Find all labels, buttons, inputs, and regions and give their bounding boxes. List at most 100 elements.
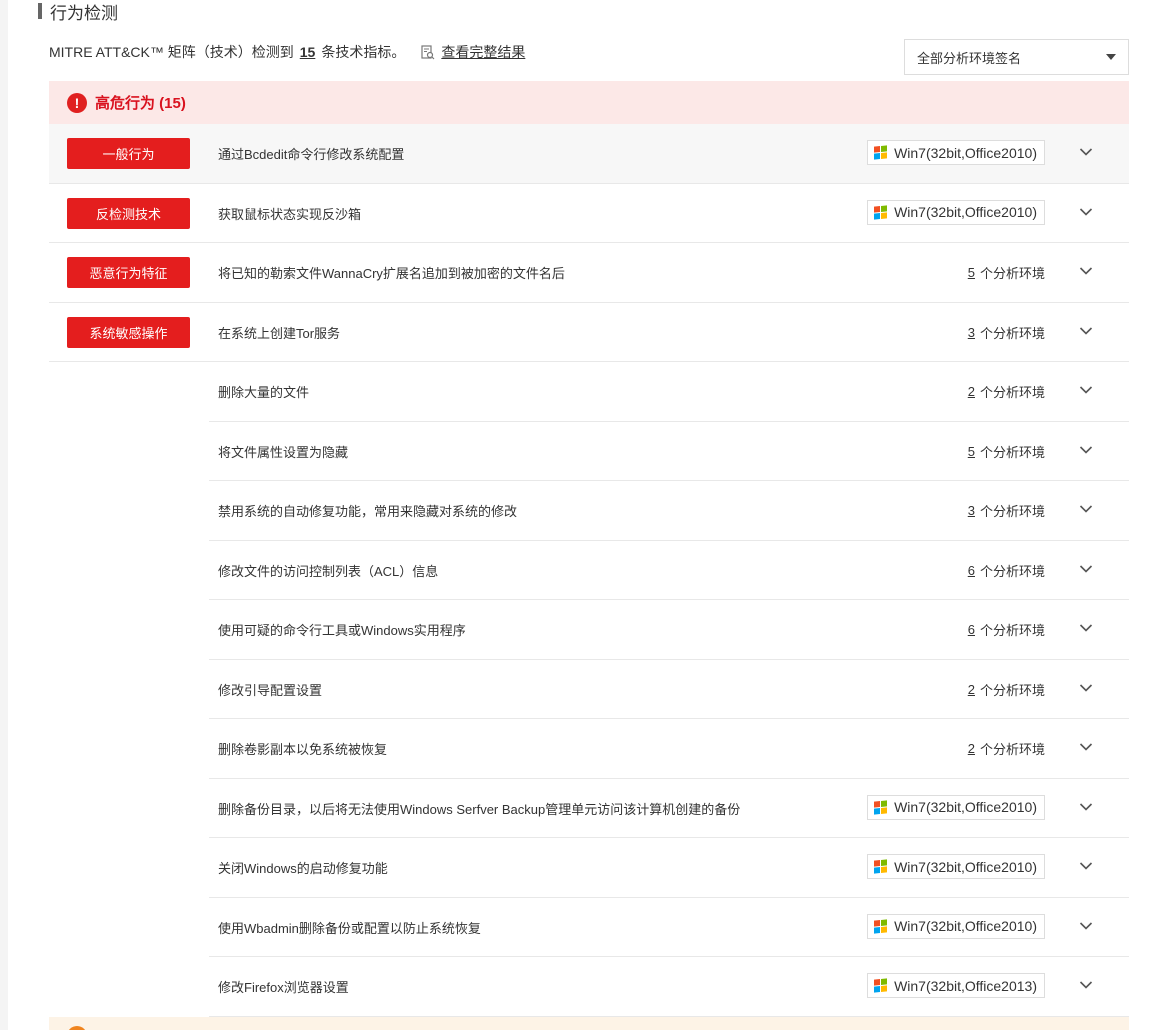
windows-logo-icon — [874, 799, 888, 815]
environment-count-suffix: 个分析环境 — [979, 504, 1045, 520]
behavior-row[interactable]: 将文件属性设置为隐藏 5 个分析环境 — [49, 422, 1129, 482]
group-title: 高危行为 (15) — [95, 95, 186, 112]
environment-badge[interactable]: Win7(32bit,Office2010) — [867, 854, 1045, 879]
environment-name: Win7(32bit,Office2010) — [894, 858, 1037, 875]
environment-badge[interactable]: Win7(32bit,Office2010) — [867, 199, 1045, 225]
chevron-down-icon[interactable] — [1079, 802, 1093, 812]
behavior-label: 获取鼠标状态实现反沙箱 — [218, 206, 362, 222]
chevron-down-icon[interactable] — [1079, 861, 1093, 871]
environment-count-suffix: 个分析环境 — [979, 385, 1045, 401]
environment-count: 5 个分析环境 — [968, 243, 1045, 303]
environment-count: 2 个分析环境 — [968, 719, 1045, 779]
detection-summary: MITRE ATT&CK™ 矩阵（技术）检测到 15 条技术指标。 查看完整结果 — [49, 42, 525, 62]
environment-count-suffix: 个分析环境 — [979, 682, 1045, 698]
chevron-down-icon[interactable] — [1079, 147, 1093, 157]
behavior-label: 关闭Windows的启动修复功能 — [218, 861, 388, 877]
behavior-row[interactable]: 恶意行为特征 将已知的勒索文件WannaCry扩展名追加到被加密的文件名后 5 个分析… — [49, 243, 1129, 303]
view-full-results-link[interactable]: 查看完整结果 — [441, 42, 525, 62]
technique-count[interactable]: 15 — [300, 44, 316, 60]
environment-count-number[interactable]: 5 — [968, 444, 975, 459]
environment-name: Win7(32bit,Office2010) — [894, 144, 1037, 161]
environment-name: Win7(32bit,Office2010) — [894, 204, 1037, 220]
chevron-down-icon[interactable] — [1079, 326, 1093, 336]
chevron-down-icon[interactable] — [1079, 385, 1093, 395]
behavior-label: 删除卷影副本以免系统被恢复 — [218, 742, 388, 758]
category-tag[interactable]: 一般行为 — [67, 138, 190, 169]
category-tag[interactable]: 系统敏感操作 — [67, 316, 190, 348]
environment-count-suffix: 个分析环境 — [979, 742, 1045, 758]
behavior-row[interactable]: 删除备份目录，以后将无法使用Windows Serfver Backup管理单元… — [49, 779, 1129, 838]
environment-name: Win7(32bit,Office2010) — [894, 918, 1037, 934]
environment-badge[interactable]: Win7(32bit,Office2010) — [867, 913, 1045, 939]
chevron-down-icon[interactable] — [1079, 683, 1093, 693]
environment-count-number[interactable]: 2 — [968, 682, 975, 697]
behavior-row[interactable]: 修改引导配置设置 2 个分析环境 — [49, 660, 1129, 719]
alert-circle-icon: ! — [67, 92, 87, 113]
chevron-down-icon[interactable] — [1079, 207, 1093, 217]
chevron-down-icon[interactable] — [1079, 564, 1093, 574]
environment-filter-value: 全部分析环境签名 — [917, 50, 1022, 66]
behavior-row[interactable]: 系统敏感操作 在系统上创建Tor服务 3 个分析环境 — [49, 303, 1129, 363]
environment-count-number[interactable]: 5 — [968, 265, 975, 280]
behavior-label: 修改文件的访问控制列表（ACL）信息 — [218, 563, 439, 579]
environment-count-number[interactable]: 2 — [968, 741, 975, 756]
environment-badge[interactable]: Win7(32bit,Office2013) — [867, 973, 1045, 998]
behavior-row[interactable]: 修改Firefox浏览器设置 Win7(32bit,Office2013) — [49, 957, 1129, 1017]
chevron-down-icon[interactable] — [1079, 980, 1093, 990]
behavior-detection-panel: 行为检测 MITRE ATT&CK™ 矩阵（技术）检测到 15 条技术指标。 查… — [8, 0, 1151, 1030]
windows-logo-icon — [874, 978, 888, 993]
high-risk-group-header[interactable]: ! 高危行为 (15) — [49, 81, 1129, 124]
behavior-label: 将已知的勒索文件WannaCry扩展名追加到被加密的文件名后 — [218, 266, 565, 282]
environment-count-suffix: 个分析环境 — [979, 444, 1045, 460]
environment-count: 2 个分析环境 — [968, 362, 1045, 422]
chevron-down-icon[interactable] — [1079, 742, 1093, 752]
behavior-label: 使用可疑的命令行工具或Windows实用程序 — [218, 623, 466, 639]
behavior-label: 使用Wbadmin删除备份或配置以防止系统恢复 — [218, 920, 481, 936]
windows-logo-icon — [874, 145, 888, 160]
environment-count-number[interactable]: 3 — [968, 503, 975, 518]
behavior-row[interactable]: 禁用系统的自动修复功能，常用来隐藏对系统的修改 3 个分析环境 — [49, 481, 1129, 541]
environment-count-number[interactable]: 2 — [968, 384, 975, 399]
report-search-icon — [421, 44, 435, 60]
environment-count: 6 个分析环境 — [968, 541, 1045, 601]
chevron-down-icon[interactable] — [1079, 921, 1093, 931]
environment-count-number[interactable]: 6 — [968, 563, 975, 578]
chevron-down-icon[interactable] — [1079, 623, 1093, 633]
behavior-row[interactable]: 关闭Windows的启动修复功能 Win7(32bit,Office2010) — [49, 838, 1129, 898]
environment-name: Win7(32bit,Office2013) — [894, 977, 1037, 994]
environment-count-suffix: 个分析环境 — [979, 563, 1045, 579]
behavior-label: 修改Firefox浏览器设置 — [218, 980, 349, 996]
environment-badge[interactable]: Win7(32bit,Office2010) — [867, 140, 1045, 165]
chevron-down-icon[interactable] — [1079, 266, 1093, 276]
behavior-label: 通过Bcdedit命令行修改系统配置 — [218, 147, 405, 163]
environment-count: 3 个分析环境 — [968, 303, 1045, 363]
next-group-header[interactable] — [49, 1017, 1129, 1030]
behavior-row[interactable]: 修改文件的访问控制列表（ACL）信息 6 个分析环境 — [49, 541, 1129, 601]
dropdown-caret-icon — [1106, 54, 1116, 60]
warning-circle-icon — [67, 1026, 87, 1030]
environment-count-suffix: 个分析环境 — [979, 266, 1045, 282]
environment-filter-select[interactable]: 全部分析环境签名 — [904, 39, 1129, 75]
environment-count: 5 个分析环境 — [968, 422, 1045, 482]
behavior-label: 删除大量的文件 — [218, 385, 310, 401]
chevron-down-icon[interactable] — [1079, 445, 1093, 455]
environment-count: 3 个分析环境 — [968, 481, 1045, 541]
behavior-row[interactable]: 删除大量的文件 2 个分析环境 — [49, 362, 1129, 422]
behavior-label: 在系统上创建Tor服务 — [218, 325, 341, 341]
category-tag[interactable]: 恶意行为特征 — [67, 257, 190, 288]
behavior-row[interactable]: 删除卷影副本以免系统被恢复 2 个分析环境 — [49, 719, 1129, 779]
behavior-label: 将文件属性设置为隐藏 — [218, 444, 349, 460]
environment-count-number[interactable]: 3 — [968, 325, 975, 340]
environment-count-number[interactable]: 6 — [968, 622, 975, 637]
chevron-down-icon[interactable] — [1079, 504, 1093, 514]
environment-count-suffix: 个分析环境 — [979, 325, 1045, 341]
behavior-row[interactable]: 使用可疑的命令行工具或Windows实用程序 6 个分析环境 — [49, 600, 1129, 660]
behavior-row[interactable]: 使用Wbadmin删除备份或配置以防止系统恢复 Win7(32bit,Office… — [49, 898, 1129, 957]
windows-logo-icon — [874, 859, 888, 874]
environment-name: Win7(32bit,Office2010) — [894, 799, 1037, 815]
category-tag[interactable]: 反检测技术 — [67, 197, 190, 229]
environment-badge[interactable]: Win7(32bit,Office2010) — [867, 794, 1045, 820]
behavior-row[interactable]: 一般行为 通过Bcdedit命令行修改系统配置 Win7(32bit,Office2… — [49, 124, 1129, 184]
title-accent-bar — [38, 3, 42, 19]
behavior-row[interactable]: 反检测技术 获取鼠标状态实现反沙箱 Win7(32bit,Office2010) — [49, 184, 1129, 243]
